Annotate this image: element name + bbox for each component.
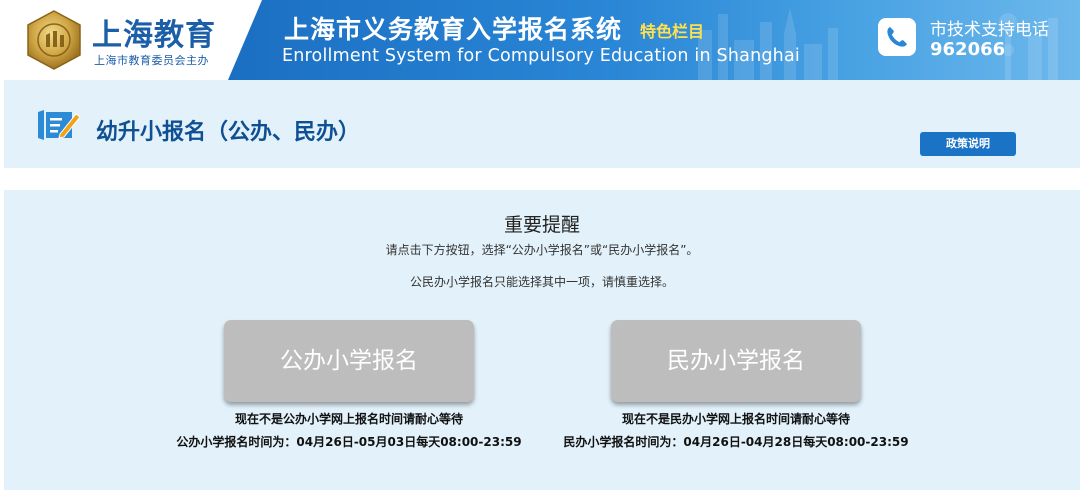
notice-title: 重要提醒 (503, 214, 580, 236)
edit-form-icon (38, 110, 80, 140)
notice-warning: 公民办小学报名只能选择其中一项，请慎重选择。 (409, 275, 674, 289)
private-school-registration-button[interactable]: 民办小学报名 (611, 320, 861, 402)
page-title-bar: 幼升小报名（公办、民办） 政策说明 (4, 80, 1080, 168)
brand-area[interactable]: 上海教育 上海市教育委员会主办 (0, 0, 240, 80)
support-label: 市技术支持电话 (930, 20, 1049, 40)
private-registration-period: 民办小学报名时间为：04月26日-04月28日每天08:00-23:59 (563, 435, 909, 449)
site-header: 上海教育 上海市教育委员会主办 上海市义务教育入学报名系统 特色栏目 Enrol… (0, 0, 1080, 80)
support-phone-number: 962066 (930, 39, 1006, 60)
private-registration-status: 现在不是民办小学网上报名时间请耐心等待 (621, 412, 850, 426)
public-school-registration-button[interactable]: 公办小学报名 (224, 320, 474, 402)
education-seal-icon (27, 10, 81, 70)
notice-instruction: 请点击下方按钮，选择“公办小学报名”或“民办小学报名”。 (385, 243, 699, 257)
brand-title: 上海教育 (92, 18, 216, 53)
brand-subtitle: 上海市教育委员会主办 (94, 54, 209, 67)
registration-panel: 重要提醒 请点击下方按钮，选择“公办小学报名”或“民办小学报名”。 公民办小学报… (4, 190, 1080, 490)
system-title-en: Enrollment System for Compulsory Educati… (282, 46, 800, 66)
phone-icon (878, 18, 916, 56)
system-title: 上海市义务教育入学报名系统 (284, 15, 623, 44)
policy-explanation-button[interactable]: 政策说明 (920, 132, 1016, 156)
public-registration-status: 现在不是公办小学网上报名时间请耐心等待 (234, 412, 463, 426)
public-registration-period: 公办小学报名时间为：04月26日-05月03日每天08:00-23:59 (176, 435, 522, 449)
system-banner: 上海市义务教育入学报名系统 特色栏目 Enrollment System for… (228, 0, 1080, 80)
featured-tag: 特色栏目 (640, 22, 705, 41)
page-title: 幼升小报名（公办、民办） (96, 120, 361, 145)
